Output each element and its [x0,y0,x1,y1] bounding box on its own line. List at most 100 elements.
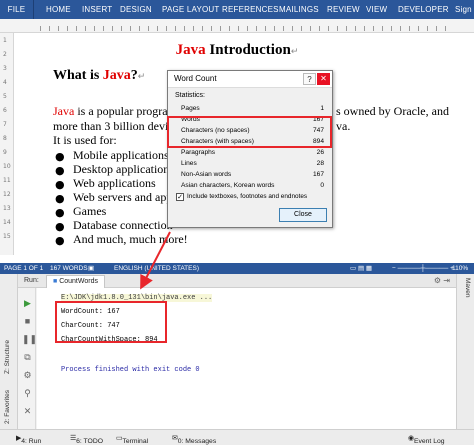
bullet-item: And much, much more! [73,232,188,246]
structure-tool[interactable]: Z: Structure [4,340,11,374]
word-status-bar: PAGE 1 OF 1 167 WORDS ▣ ENGLISH (UNITED … [0,263,474,274]
maven-tool[interactable]: Maven [464,278,471,298]
console-highlight-box [55,301,167,343]
close-icon[interactable]: ✕ [317,73,330,85]
todo-tool-label: 6: TODO [76,438,104,445]
settings-icon[interactable]: ⚙ [22,370,33,381]
close-run-icon[interactable]: ✕ [22,406,33,417]
paragraph-line-1: Java is a popular program [53,104,177,119]
status-language[interactable]: ENGLISH (UNITED STATES) [114,263,199,274]
terminal-tool-button[interactable]: ▭ Terminal [116,434,148,445]
console-exit-line: Process finished with exit code 0 [61,366,200,374]
stop-icon[interactable]: ■ [22,316,33,327]
bullet-item: Mobile applications ( [73,148,176,162]
bullet-icon: ● [55,206,65,219]
tab-signin[interactable]: Sign [455,0,472,19]
status-zoom[interactable]: 110% [452,263,468,274]
bullet-icon: ● [55,192,65,205]
bullet-icon: ● [55,220,65,233]
bullet-item: Database connection [73,218,173,232]
title-rest: Introduction [205,42,291,58]
view-icons[interactable]: ▭ ▤ ▦ [350,263,372,274]
zoom-slider[interactable]: − ─────┼───── + [392,263,454,274]
rerun-icon[interactable]: ▶ [22,298,33,309]
tab-review[interactable]: REVIEW [327,0,360,19]
tab-home[interactable]: HOME [46,0,71,19]
heading-suffix: ? [130,68,138,83]
messages-tool-label: 0: Messages [177,438,217,445]
ruler-number: 5 [3,93,7,100]
ribbon-tabs: FILE HOME INSERT DESIGN PAGE LAYOUT REFE… [0,0,474,19]
tab-page-layout[interactable]: PAGE LAYOUT [162,0,219,19]
tab-label: CountWords [59,278,98,285]
run-tool-button[interactable]: ▶ 4: Run [16,434,41,445]
paragraph-mark-icon: ↵ [137,71,146,81]
ruler-number: 8 [3,135,7,142]
ruler-number: 11 [3,177,11,184]
ruler-number: 9 [3,149,7,156]
heading-java: Java [102,68,131,83]
pause-icon[interactable]: ❚❚ [22,334,37,345]
stat-row: Non-Asian words 167 [181,170,324,180]
bullet-icon: ● [55,150,65,163]
tab-developer[interactable]: DEVELOPER [398,0,449,19]
bullet-item: Games [73,204,107,218]
stat-row: Asian characters, Korean words 0 [181,181,324,191]
stat-label: Non-Asian words [181,171,232,178]
status-page[interactable]: PAGE 1 OF 1 [4,263,43,274]
tab-references[interactable]: REFERENCES [222,0,279,19]
tab-insert[interactable]: INSERT [82,0,112,19]
tab-design[interactable]: DESIGN [120,0,152,19]
bullet-icon: ● [55,164,65,177]
dialog-title: Word Count [174,74,217,83]
status-words[interactable]: 167 WORDS [50,263,88,274]
title-java: Java [175,42,206,58]
close-button[interactable]: Close [279,208,327,222]
vertical-ruler[interactable]: 1 2 3 4 5 6 7 8 9 10 11 12 13 14 15 [0,33,14,255]
paragraph-line-2: more than 3 billion device [53,119,179,133]
include-textboxes-checkbox[interactable]: ✓ [176,193,184,201]
tab-countwords[interactable]: ■ CountWords [46,275,105,288]
dialog-titlebar[interactable]: Word Count ? ✕ [168,71,332,88]
horizontal-ruler[interactable] [0,19,474,33]
stat-label: Pages [181,105,200,112]
stat-value: 167 [312,171,324,178]
proofing-icon[interactable]: ▣ [88,263,94,274]
event-log-label: Event Log [413,438,445,445]
tab-mailings[interactable]: MAILINGS [279,0,319,19]
panel-settings-icons[interactable]: ⚙ ⇥ [434,276,450,285]
todo-tool-button[interactable]: ☰ 6: TODO [70,434,103,445]
ide-run-panel: Run: ■ CountWords ⚙ ⇥ Z: Structure 2: Fa… [0,274,474,445]
paragraph-line-3: It is used for: [53,133,117,147]
para-line1-start: is a popular program [74,104,177,118]
bullet-icon: ● [55,178,65,191]
stat-label: Asian characters, Korean words [181,182,275,189]
ruler-number: 14 [3,219,11,226]
tab-view[interactable]: VIEW [366,0,387,19]
stat-value: 1 [320,105,324,112]
ruler-number: 15 [3,233,11,240]
help-button[interactable]: ? [303,73,316,85]
favorites-tool[interactable]: 2: Favorites [4,390,11,424]
document-heading: What is Java?↵ [53,68,145,84]
para-java: Java [53,104,75,118]
stat-label: Paragraphs [181,149,216,156]
ruler-number: 12 [3,191,11,198]
paragraph-line-1-end: s owned by Oracle, and [336,104,449,118]
ide-bottom-bar: ▶ 4: Run ☰ 6: TODO ▭ Terminal ✉ 0: Messa… [0,429,474,445]
tab-file[interactable]: FILE [0,0,34,19]
pin-icon[interactable]: ⚲ [22,388,33,399]
word-count-dialog: Word Count ? ✕ Statistics: Pages 1 Words 1… [167,70,333,228]
run-toolbar: Run: ■ CountWords ⚙ ⇥ [18,274,456,288]
run-label: Run: [24,277,39,284]
event-log-button[interactable]: ◉ Event Log [408,434,445,445]
dump-threads-icon[interactable]: ⧉ [22,352,33,363]
terminal-tool-label: Terminal [122,438,149,445]
checkbox-label: Include textboxes, footnotes and endnote… [187,193,308,200]
statistics-label: Statistics: [175,92,205,99]
messages-tool-button[interactable]: ✉ 0: Messages [172,434,216,445]
stat-row: Pages 1 [181,104,324,114]
paragraph-line-2-end: va. [336,119,351,133]
stat-value: 28 [316,160,324,167]
bullet-icon: ● [55,234,65,247]
